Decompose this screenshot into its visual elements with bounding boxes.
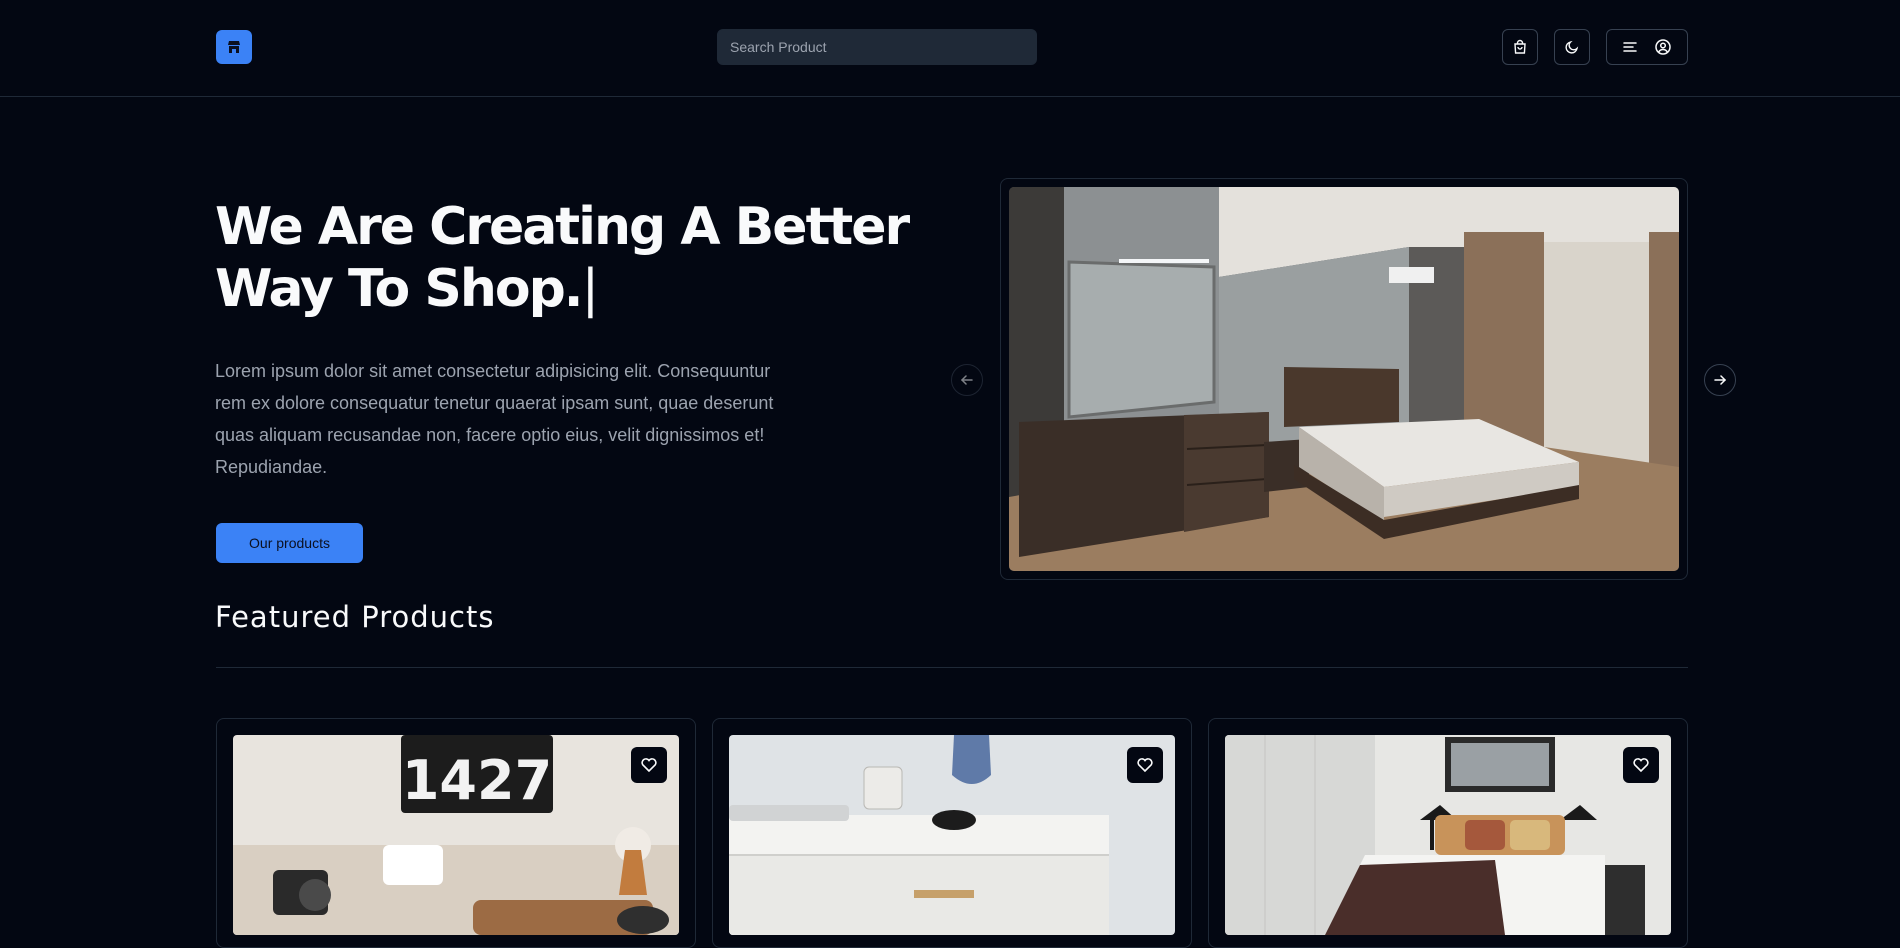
svg-text:1427: 1427: [402, 749, 552, 812]
hotel-bedroom-photo: [1225, 735, 1671, 935]
featured-products-title: Featured Products: [215, 600, 495, 634]
desk-clock-camera-photo: 1427: [233, 735, 679, 935]
user-circle-icon: [1655, 39, 1671, 55]
heart-icon: [641, 758, 657, 773]
our-products-button[interactable]: Our products: [216, 523, 363, 563]
favorite-button[interactable]: [631, 747, 667, 783]
cart-button[interactable]: [1502, 29, 1538, 65]
site-header: [0, 0, 1900, 97]
arrow-left-icon: [960, 375, 973, 385]
white-dresser-photo: [729, 735, 1175, 935]
menu-icon: [1623, 42, 1637, 52]
moon-icon: [1565, 40, 1579, 54]
bedroom-photo: [1009, 187, 1679, 571]
favorite-button[interactable]: [1127, 747, 1163, 783]
product-card[interactable]: [1208, 718, 1688, 948]
heart-icon: [1633, 758, 1649, 773]
theme-toggle-button[interactable]: [1554, 29, 1590, 65]
product-card[interactable]: 1427: [216, 718, 696, 948]
arrow-right-icon: [1714, 375, 1727, 385]
user-menu-button[interactable]: [1606, 29, 1688, 65]
carousel-prev-button[interactable]: [951, 364, 983, 396]
hero-title: We Are Creating A Better Way To Shop.|: [215, 197, 910, 319]
carousel-next-button[interactable]: [1704, 364, 1736, 396]
hero-carousel: [1000, 178, 1688, 580]
typing-cursor: |: [581, 259, 599, 319]
section-divider: [216, 667, 1688, 668]
hero-description: Lorem ipsum dolor sit amet consectetur a…: [215, 361, 774, 477]
shopping-bag-icon: [1514, 39, 1526, 54]
favorite-button[interactable]: [1623, 747, 1659, 783]
search-input[interactable]: [717, 29, 1037, 65]
store-logo[interactable]: [216, 30, 252, 64]
heart-icon: [1137, 758, 1153, 773]
store-icon: [228, 41, 240, 53]
product-card[interactable]: [712, 718, 1192, 948]
